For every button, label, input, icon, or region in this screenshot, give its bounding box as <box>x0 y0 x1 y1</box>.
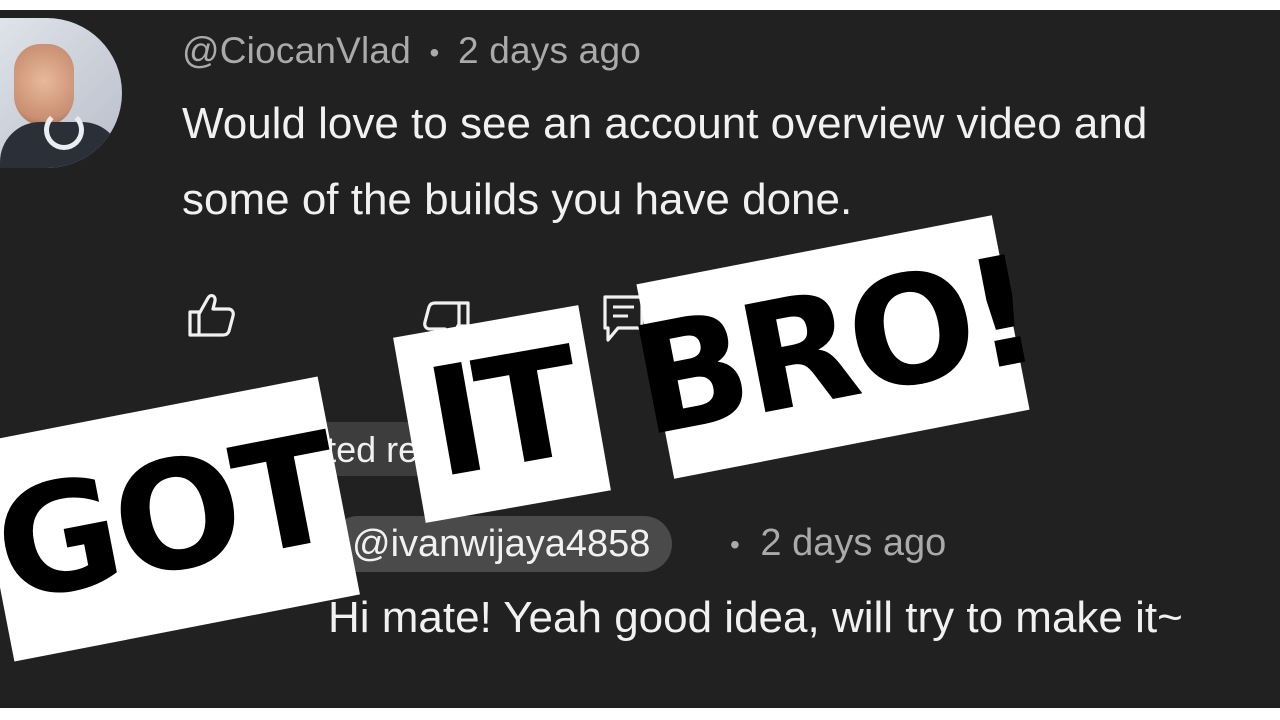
reply-header: • 2 days ago <box>730 522 946 565</box>
it-sticker-text: IT <box>414 315 590 513</box>
comment-time: 2 days ago <box>457 30 642 71</box>
header-separator: • <box>429 37 440 69</box>
bro-sticker-text: BRO! <box>619 223 1047 471</box>
headset-icon <box>44 110 84 150</box>
it-sticker: IT <box>393 305 611 523</box>
comment-body: Would love to see an account overview vi… <box>182 99 1148 224</box>
thumbs-up-icon[interactable] <box>186 292 236 343</box>
reply-separator: • <box>730 528 740 560</box>
bro-sticker: BRO! <box>619 215 1047 479</box>
reply-body: Hi mate! Yeah good idea, will try to mak… <box>328 593 1183 642</box>
commenter-avatar[interactable] <box>0 18 122 168</box>
got-sticker: GOT <box>0 376 360 662</box>
comment-author[interactable]: @CiocanVlad <box>182 30 411 71</box>
comment-header: @CiocanVlad • 2 days ago <box>182 30 641 72</box>
reply-time: 2 days ago <box>760 522 947 564</box>
reply-author-handle[interactable]: @ivanwijaya4858 <box>330 516 673 572</box>
got-sticker-text: GOT <box>0 401 350 637</box>
comment-thread: @CiocanVlad • 2 days ago Would love to s… <box>0 10 1280 708</box>
